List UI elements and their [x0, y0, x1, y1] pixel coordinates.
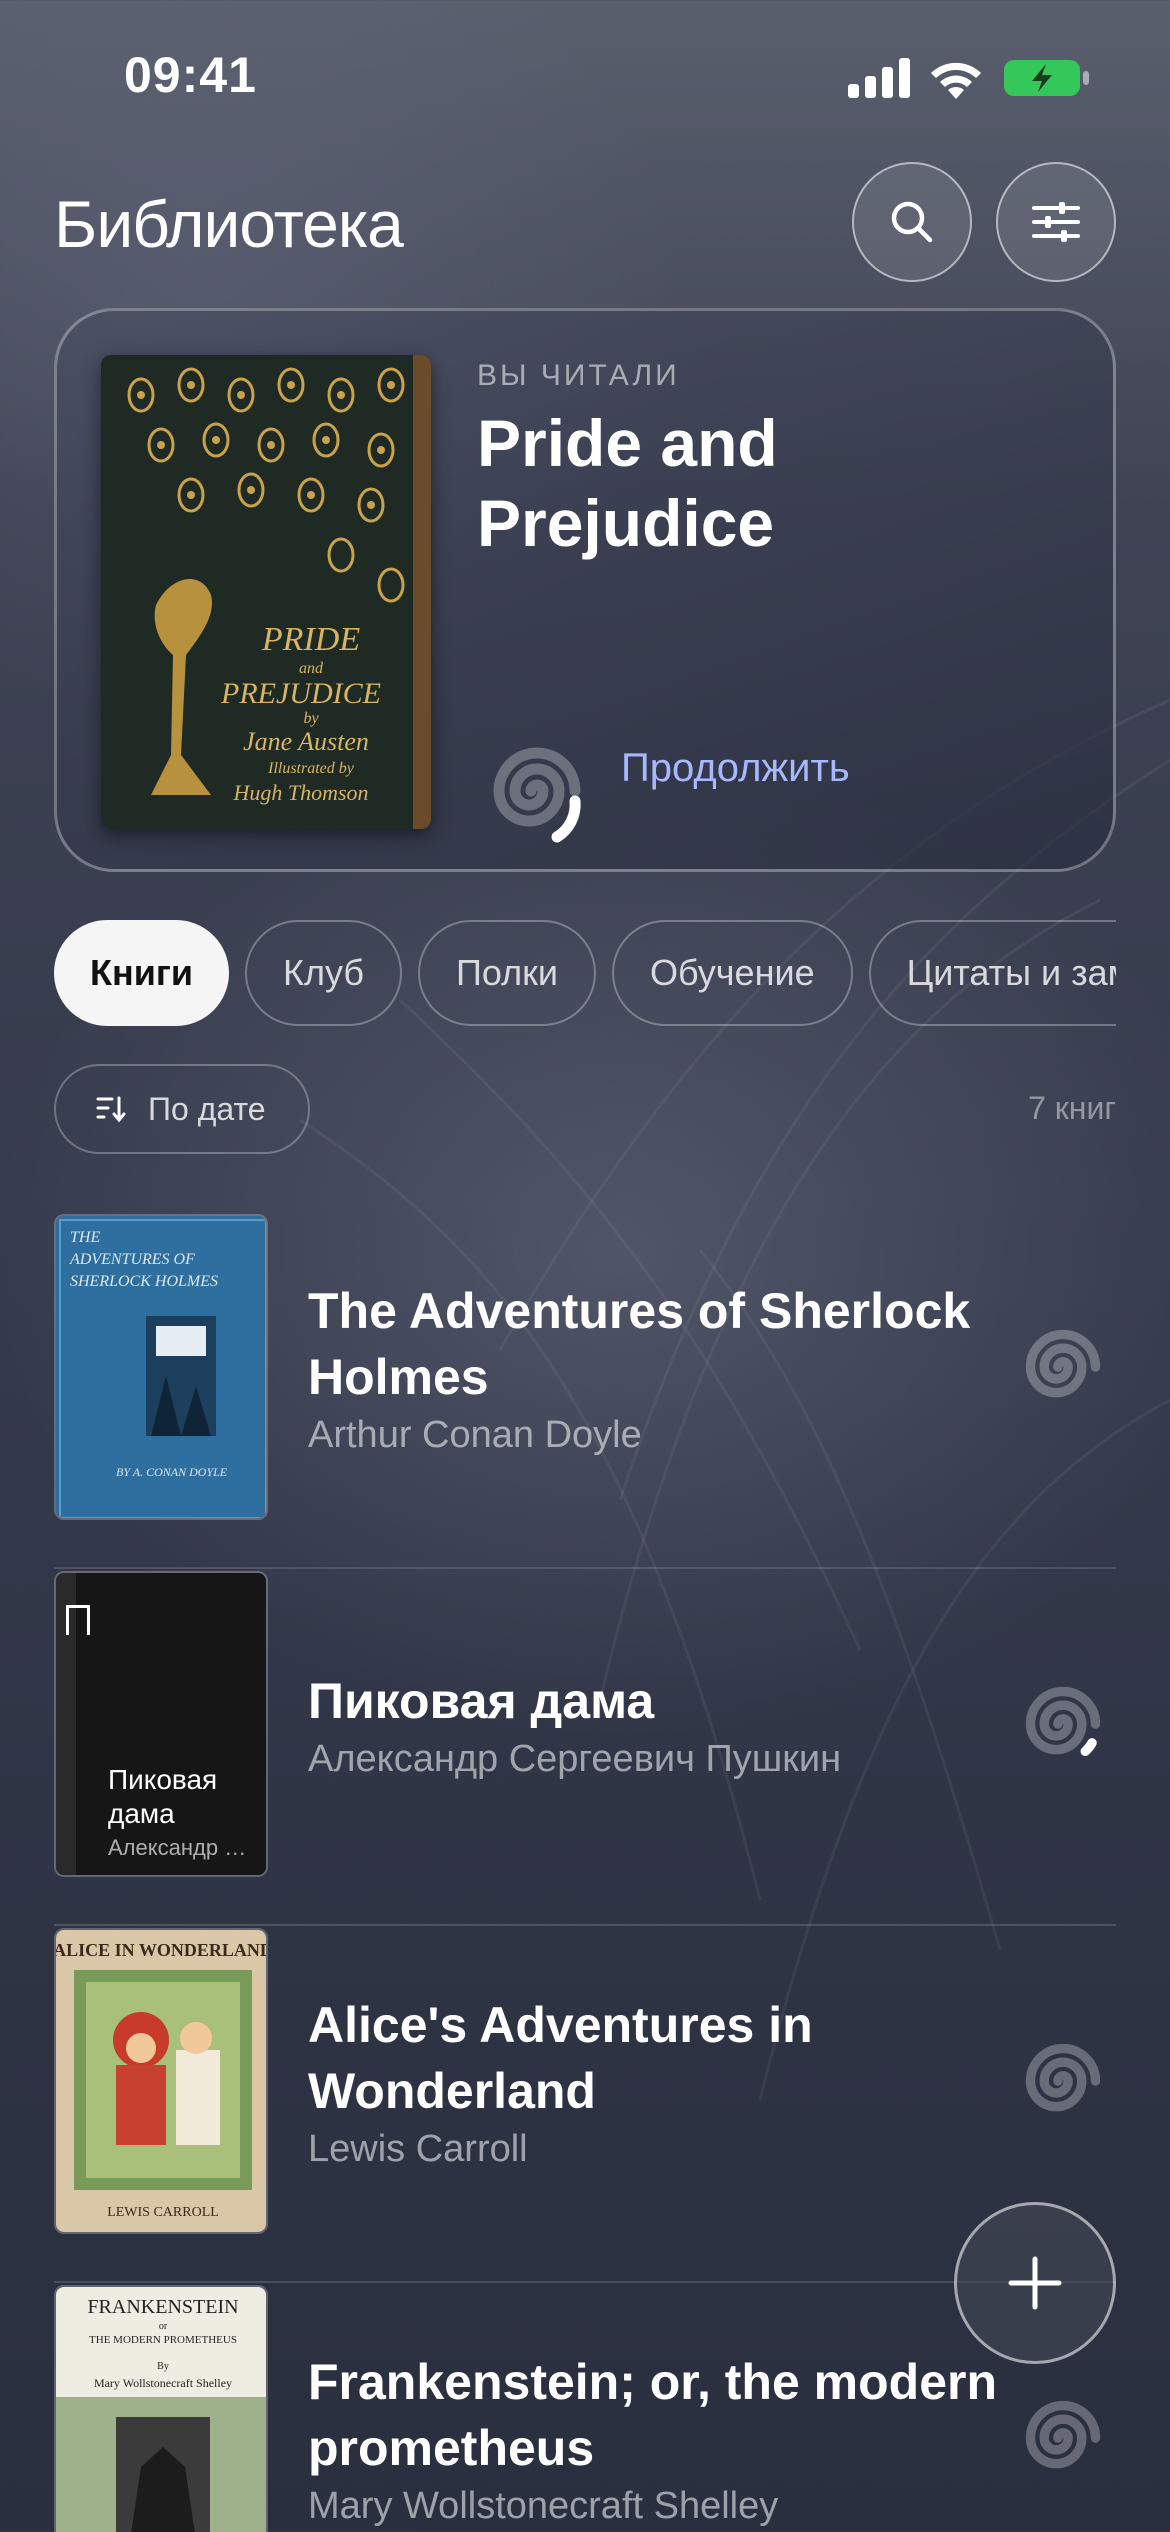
book-author: Arthur Conan Doyle [308, 1413, 642, 1456]
card-overline: ВЫ ЧИТАЛИ [477, 359, 680, 392]
svg-text:and: and [299, 660, 324, 677]
bookmark-icon [66, 1605, 90, 1635]
page-title: Библиотека [54, 187, 404, 261]
book-title: The Adventures of Sherlock Holmes [308, 1282, 971, 1405]
continue-reading-link[interactable]: Продолжить [621, 746, 850, 791]
svg-text:Hugh Thomson: Hugh Thomson [232, 780, 368, 805]
book-title: Alice's Adventures in Wonderland [308, 1996, 813, 2119]
tab-shelves[interactable]: Полки [417, 920, 596, 1026]
status-bar: 09:41 [0, 0, 1170, 150]
status-icons [848, 56, 1090, 100]
svg-text:ALICE IN WONDERLAND: ALICE IN WONDERLAND [56, 1940, 268, 1960]
list-item-book[interactable]: ALICE IN WONDERLAND LEWIS CARROLL Alice'… [54, 1926, 1116, 2283]
tab-books[interactable]: Книги [54, 920, 229, 1026]
reading-progress-spiral-icon [1025, 1686, 1101, 1757]
peacock-cover-art: PRIDE and PREJUDICE by Jane Austen Illus… [101, 355, 431, 829]
reading-progress-spiral-icon [493, 747, 581, 843]
book-cover: THE ADVENTURES OF SHERLOCK HOLMES BY A. … [54, 1214, 268, 1520]
book-cover: ALICE IN WONDERLAND LEWIS CARROLL [54, 1928, 268, 2234]
svg-text:THE: THE [70, 1229, 100, 1246]
filter-settings-button[interactable] [996, 162, 1116, 282]
plus-icon [1008, 2256, 1062, 2310]
book-title: Пиковая дама [308, 1672, 655, 1729]
sort-icon [96, 1096, 126, 1123]
header: Библиотека [54, 160, 1116, 290]
reading-progress-spiral-icon [1025, 2400, 1101, 2469]
sliders-icon [1032, 202, 1080, 242]
book-count: 7 книг [1028, 1090, 1116, 1126]
svg-text:THE MODERN PROMETHEUS: THE MODERN PROMETHEUS [89, 2334, 237, 2346]
svg-text:By: By [157, 2361, 169, 2372]
book-author: Mary Wollstonecraft Shelley [308, 2484, 779, 2527]
list-item-book[interactable]: THE ADVENTURES OF SHERLOCK HOLMES BY A. … [54, 1212, 1116, 1569]
svg-text:or: or [159, 2321, 168, 2332]
reading-progress-spiral-icon [1025, 1329, 1101, 1398]
battery-charging-icon [1004, 60, 1089, 96]
tab-club[interactable]: Клуб [244, 920, 402, 1026]
tab-learning[interactable]: Обучение [611, 920, 853, 1026]
svg-text:PRIDE: PRIDE [261, 621, 360, 658]
svg-text:BY A. CONAN DOYLE: BY A. CONAN DOYLE [116, 1465, 228, 1479]
tab-quotes-notes[interactable]: Цитаты и заметки [868, 920, 1116, 1026]
list-item-book[interactable]: FRANKENSTEIN or THE MODERN PROMETHEUS By… [54, 2283, 1116, 2532]
list-item-book[interactable]: Пиковая дама Александр Сергеевич Пушкин … [54, 1569, 1116, 1926]
svg-text:LEWIS CARROLL: LEWIS CARROLL [107, 2205, 219, 2220]
current-book-title: Pride and Prejudice [477, 406, 778, 560]
svg-text:FRANKENSTEIN: FRANKENSTEIN [87, 2296, 238, 2318]
sort-label: По дате [148, 1090, 266, 1127]
continue-reading-card[interactable]: PRIDE and PREJUDICE by Jane Austen Illus… [54, 308, 1116, 872]
svg-text:SHERLOCK HOLMES: SHERLOCK HOLMES [70, 1273, 218, 1290]
cover-title: Пиковая дама [108, 1764, 218, 1829]
svg-text:Illustrated by: Illustrated by [267, 760, 355, 777]
wifi-icon [931, 62, 981, 99]
book-cover: Пиковая дама Александр Сергеевич Пушкин [54, 1571, 268, 1877]
svg-text:ADVENTURES OF: ADVENTURES OF [69, 1251, 195, 1268]
svg-text:PREJUDICE: PREJUDICE [220, 677, 381, 710]
book-title: Frankenstein; or, the modern prometheus [308, 2353, 998, 2476]
reading-progress-spiral-icon [1025, 2043, 1101, 2112]
library-tabs: Книги Клуб Полки Обучение Цитаты и замет… [54, 920, 1116, 1030]
book-cover: FRANKENSTEIN or THE MODERN PROMETHEUS By… [54, 2285, 268, 2532]
book-author: Lewis Carroll [308, 2127, 528, 2170]
cellular-signal-icon [848, 58, 910, 98]
book-author: Александр Сергеевич Пушкин [308, 1737, 842, 1780]
pride-and-prejudice-cover[interactable]: PRIDE and PREJUDICE by Jane Austen Illus… [101, 355, 431, 829]
status-time: 09:41 [124, 47, 257, 103]
svg-text:by: by [303, 710, 319, 727]
book-list: THE ADVENTURES OF SHERLOCK HOLMES BY A. … [54, 1212, 1116, 2532]
search-icon [891, 201, 933, 243]
sort-button[interactable]: По дате [54, 1064, 310, 1154]
svg-text:Mary Wollstonecraft Shelley: Mary Wollstonecraft Shelley [94, 2376, 232, 2390]
add-book-button[interactable] [954, 2202, 1116, 2364]
cover-author: Александр Сергеевич Пушкин [108, 1835, 258, 1860]
svg-text:Jane Austen: Jane Austen [243, 727, 369, 756]
search-button[interactable] [852, 162, 972, 282]
